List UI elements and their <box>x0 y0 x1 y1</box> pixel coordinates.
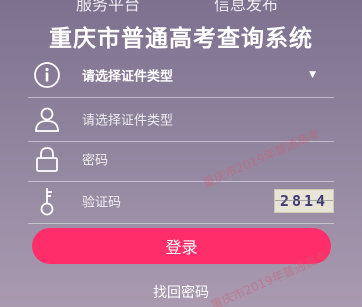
forgot-password-link[interactable]: 找回密码 <box>0 282 362 302</box>
password-field[interactable]: 密码 <box>28 136 334 182</box>
id-type-value: 请选择证件类型 <box>82 69 174 84</box>
captcha-field[interactable]: 验证码 2814 <box>28 178 334 224</box>
id-number-placeholder: 请选择证件类型 <box>82 113 174 128</box>
lock-icon <box>32 144 62 174</box>
key-icon <box>32 186 62 216</box>
top-nav: 服务平台 信息发布 <box>0 0 362 14</box>
top-nav-right[interactable]: 信息发布 <box>214 0 278 15</box>
page-title: 重庆市普通高考查询系统 <box>49 26 313 52</box>
password-placeholder: 密码 <box>82 153 109 168</box>
top-nav-left[interactable]: 服务平台 <box>76 0 140 15</box>
id-type-select[interactable]: 请选择证件类型 ▼ <box>28 52 334 98</box>
login-button[interactable]: 登录 <box>32 228 331 264</box>
chevron-down-icon: ▼ <box>309 69 316 80</box>
captcha-image[interactable]: 2814 <box>274 188 334 213</box>
info-circle-icon <box>32 60 62 90</box>
captcha-placeholder: 验证码 <box>82 195 122 210</box>
user-icon <box>32 104 62 134</box>
